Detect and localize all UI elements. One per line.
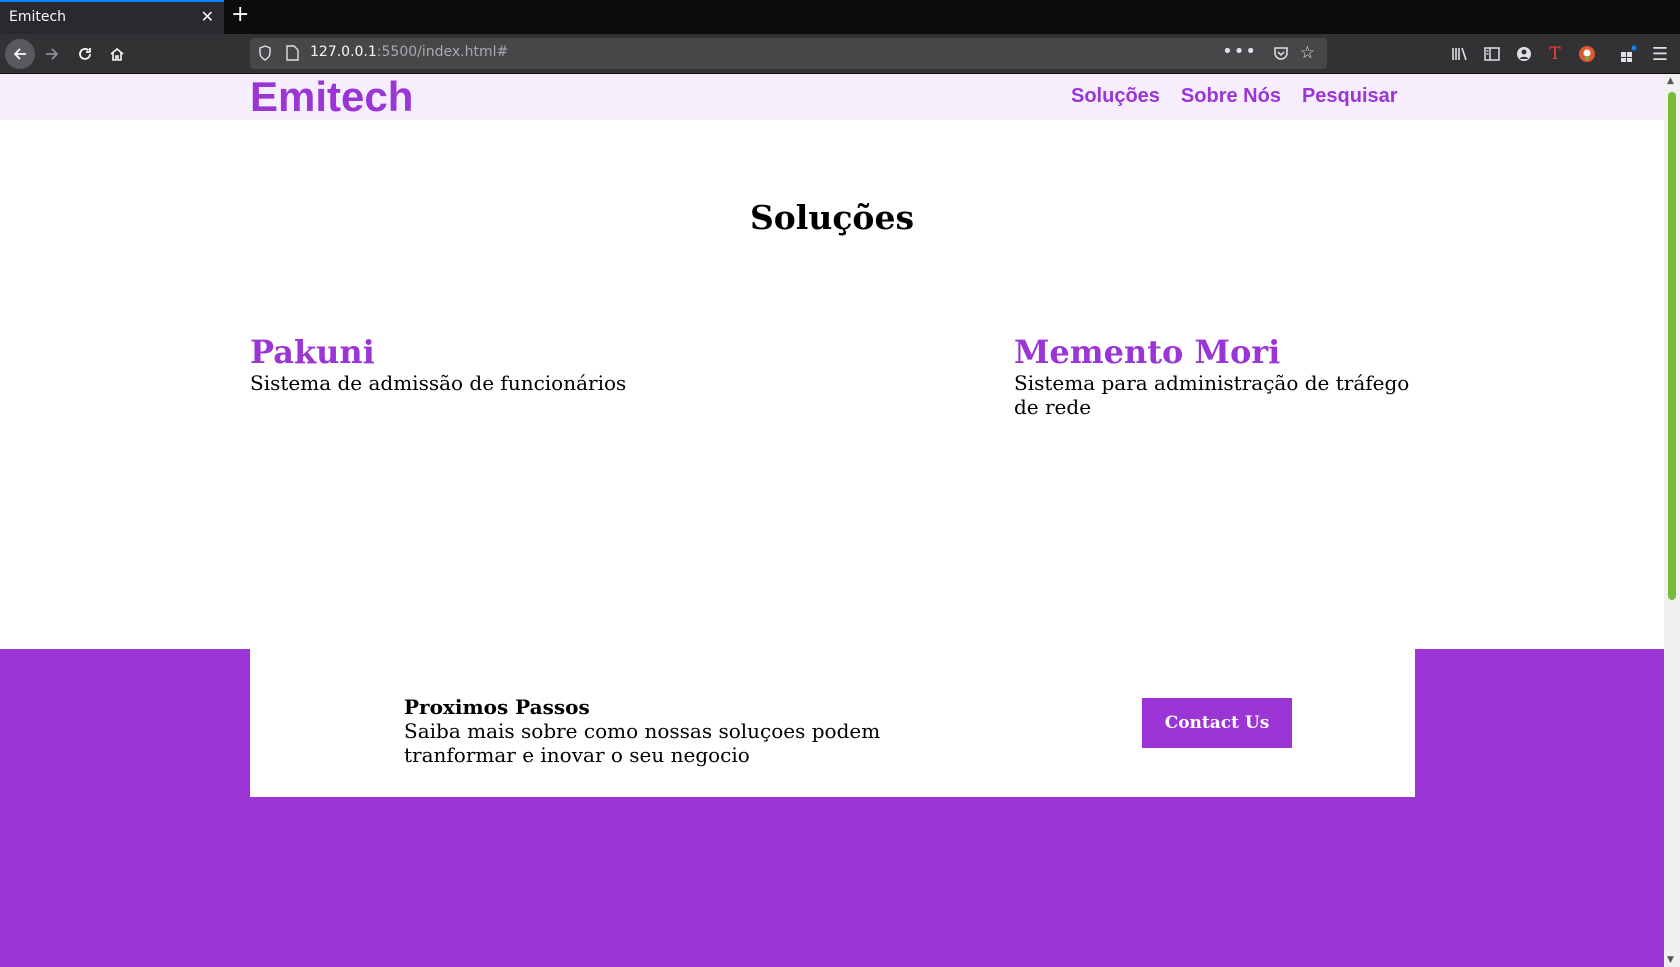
browser-tab[interactable]: Emitech ✕ — [0, 0, 224, 34]
page-icon[interactable] — [286, 45, 299, 65]
url-text: 127.0.0.1:5500/index.html# — [310, 44, 508, 60]
vertical-scrollbar[interactable]: ▲ ▼ — [1664, 74, 1680, 967]
shield-icon[interactable] — [258, 45, 272, 65]
hamburger-menu-icon[interactable]: ☰ — [1649, 43, 1671, 65]
page-actions-icon[interactable]: ••• — [1222, 41, 1257, 62]
duckduckgo-icon[interactable] — [1576, 43, 1598, 65]
section-title: Soluções — [749, 198, 915, 237]
reload-icon — [79, 48, 91, 60]
forward-button[interactable] — [37, 39, 67, 69]
arrow-right-icon — [46, 48, 59, 60]
scroll-down-icon[interactable]: ▼ — [1667, 955, 1674, 965]
back-button[interactable] — [5, 39, 35, 69]
pocket-icon[interactable] — [1273, 45, 1289, 65]
close-tab-icon[interactable]: ✕ — [201, 7, 214, 26]
new-tab-button[interactable]: + — [231, 2, 249, 27]
sidebar-icon[interactable] — [1481, 43, 1503, 65]
home-icon — [110, 47, 124, 61]
solution-description: Sistema de admissão de funcionários — [250, 371, 627, 395]
nav-link-solucoes[interactable]: Soluções — [1071, 85, 1160, 108]
arrow-left-icon — [13, 48, 26, 60]
cta-text: Proximos Passos Saiba mais sobre como no… — [404, 695, 924, 767]
scroll-up-icon[interactable]: ▲ — [1667, 76, 1674, 86]
url-path: :5500/index.html# — [376, 44, 509, 60]
solution-name: Pakuni — [250, 333, 375, 371]
site-logo[interactable]: Emitech — [250, 74, 413, 121]
url-host: 127.0.0.1 — [310, 44, 377, 60]
browser-toolbar: 127.0.0.1:5500/index.html# ••• ☆ T ☰ — [0, 34, 1680, 74]
extension-t-icon[interactable]: T — [1544, 43, 1566, 65]
cta-description: Saiba mais sobre como nossas soluçoes po… — [404, 719, 881, 767]
tab-title: Emitech — [9, 9, 67, 25]
page-viewport: Emitech Soluções Sobre Nós Pesquisar Sol… — [0, 74, 1664, 967]
library-icon[interactable] — [1449, 43, 1471, 65]
account-icon[interactable] — [1513, 43, 1535, 65]
browser-tab-strip: Emitech ✕ + — [0, 0, 1680, 34]
solution-card-pakuni: Pakuni Sistema de admissão de funcionári… — [250, 333, 670, 395]
site-nav: Soluções Sobre Nós Pesquisar — [1071, 85, 1398, 108]
solution-description: Sistema para administração de tráfego de… — [1014, 371, 1410, 419]
reload-button[interactable] — [70, 39, 100, 69]
solution-card-memento-mori: Memento Mori Sistema para administração … — [1014, 333, 1434, 419]
bookmark-star-icon[interactable]: ☆ — [1300, 43, 1315, 63]
extensions-icon[interactable] — [1617, 43, 1639, 65]
cta-title: Proximos Passos — [404, 695, 590, 719]
nav-link-sobre-nos[interactable]: Sobre Nós — [1181, 85, 1281, 108]
contact-us-button[interactable]: Contact Us — [1142, 698, 1292, 748]
cta-box: Proximos Passos Saiba mais sobre como no… — [250, 649, 1415, 797]
nav-link-pesquisar[interactable]: Pesquisar — [1302, 85, 1398, 108]
site-header: Emitech Soluções Sobre Nós Pesquisar — [0, 74, 1664, 120]
address-bar[interactable]: 127.0.0.1:5500/index.html# ••• ☆ — [250, 38, 1327, 69]
solution-name: Memento Mori — [1014, 333, 1281, 371]
home-button[interactable] — [102, 39, 132, 69]
scrollbar-thumb[interactable] — [1668, 92, 1676, 600]
